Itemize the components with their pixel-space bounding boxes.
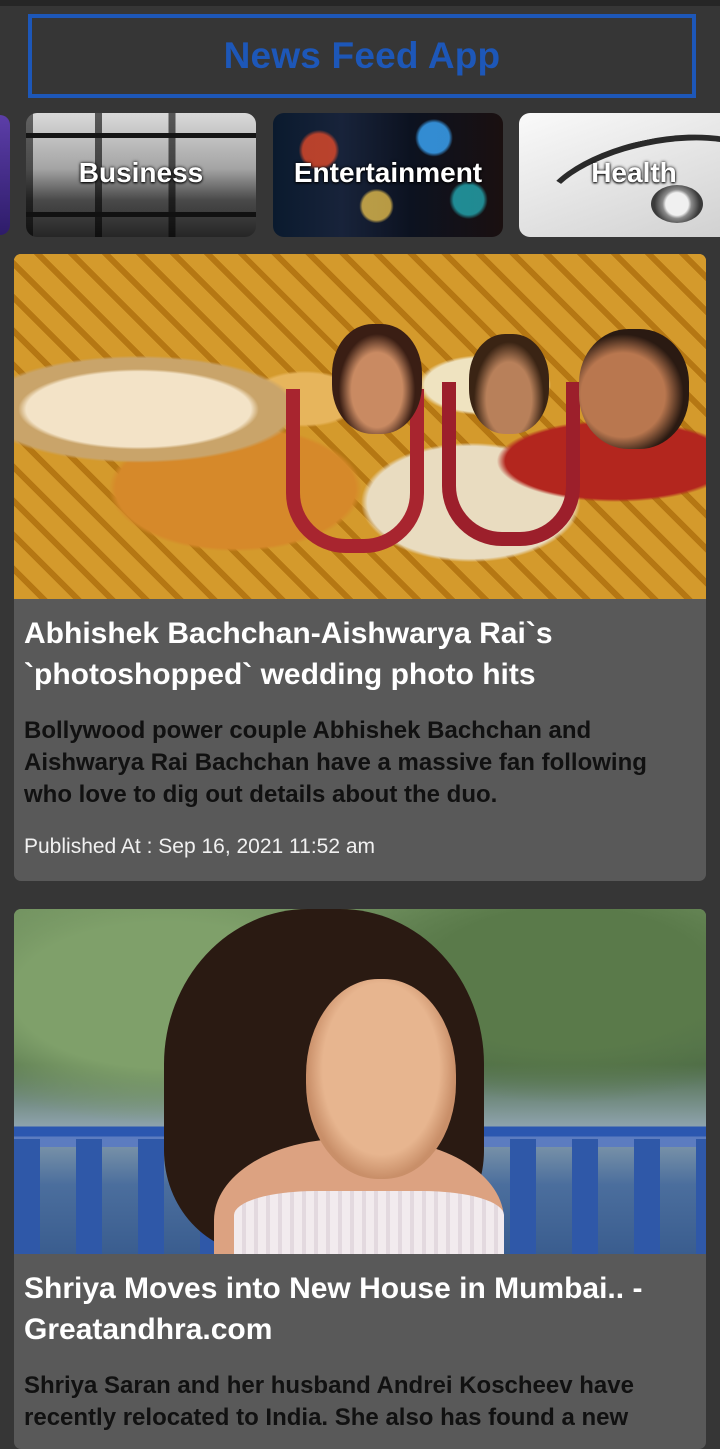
stethoscope-chestpiece bbox=[651, 185, 703, 223]
news-description: Shriya Saran and her husband Andrei Kosc… bbox=[24, 1372, 634, 1431]
image-detail bbox=[579, 329, 689, 449]
news-body: Abhishek Bachchan-Aishwarya Rai`s `photo… bbox=[14, 599, 706, 859]
image-detail bbox=[332, 324, 422, 434]
app-title: News Feed App bbox=[223, 35, 501, 76]
news-card[interactable]: Abhishek Bachchan-Aishwarya Rai`s `photo… bbox=[14, 254, 706, 881]
news-image bbox=[14, 909, 706, 1254]
category-card-business[interactable]: Business bbox=[26, 113, 256, 237]
app-header: News Feed App bbox=[28, 14, 696, 98]
news-body: Shriya Moves into New House in Mumbai.. … bbox=[14, 1254, 706, 1434]
category-card-previous[interactable] bbox=[0, 115, 10, 235]
category-carousel[interactable]: Business Entertainment Health bbox=[0, 113, 720, 239]
office-building-image bbox=[26, 133, 256, 138]
office-floor-line bbox=[26, 212, 256, 217]
category-label-business: Business bbox=[78, 157, 204, 188]
news-card[interactable]: Shriya Moves into New House in Mumbai.. … bbox=[14, 909, 706, 1449]
news-description: Bollywood power couple Abhishek Bachchan… bbox=[24, 717, 647, 808]
news-image bbox=[14, 254, 706, 599]
image-detail bbox=[469, 334, 549, 434]
category-label-health: Health bbox=[591, 157, 677, 188]
news-published-date: Published At : Sep 16, 2021 11:52 am bbox=[24, 835, 376, 858]
status-bar-strip bbox=[0, 0, 720, 6]
image-detail bbox=[234, 1191, 504, 1254]
news-title[interactable]: Shriya Moves into New House in Mumbai.. … bbox=[24, 1268, 696, 1350]
category-card-health[interactable]: Health bbox=[519, 113, 720, 237]
news-title[interactable]: Abhishek Bachchan-Aishwarya Rai`s `photo… bbox=[24, 613, 696, 695]
category-card-entertainment[interactable]: Entertainment bbox=[273, 113, 503, 237]
category-label-entertainment: Entertainment bbox=[293, 157, 483, 188]
image-detail bbox=[306, 979, 456, 1179]
